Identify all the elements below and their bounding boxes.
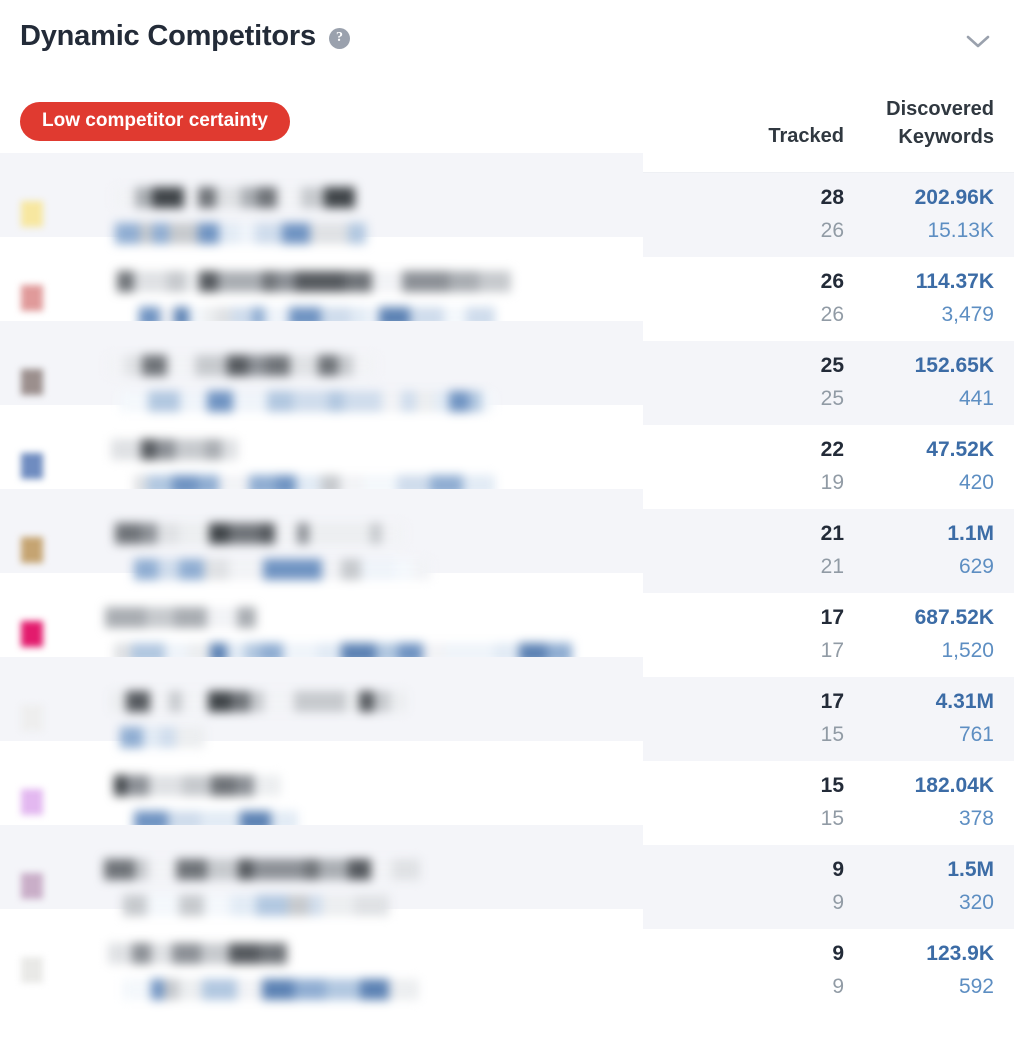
competitor-name-redacted [100,935,630,1011]
tracked-primary-value: 17 [820,606,844,630]
column-header-discovered-line1: Discovered [886,98,994,120]
metric-column-discovered: 182.04K 378 [844,770,994,835]
panel-header: Dynamic Competitors ? [0,0,1014,78]
metric-column-discovered: 1.1M 629 [844,518,994,583]
competitor-color-swatch [21,873,43,899]
metric-column-tracked: 26 26 [724,266,844,331]
tracked-primary-value: 17 [820,690,844,714]
discovered-keywords-primary-value[interactable]: 182.04K [915,770,994,803]
discovered-keywords-secondary-value[interactable]: 1,520 [941,635,994,668]
row-metrics: 17 17 687.52K 1,520 [724,593,994,677]
discovered-keywords-primary-value[interactable]: 123.9K [926,938,994,971]
row-metrics: 26 26 114.37K 3,479 [724,257,994,341]
discovered-keywords-secondary-value[interactable]: 441 [959,383,994,416]
row-metrics: 28 26 202.96K 15.13K [724,173,994,257]
competitor-color-swatch [21,285,43,311]
tracked-secondary-value: 15 [820,723,844,746]
metric-column-tracked: 28 26 [724,182,844,247]
question-mark-icon[interactable]: ? [328,27,350,49]
competitor-color-swatch [21,705,43,731]
row-metrics: 21 21 1.1M 629 [724,509,994,593]
metric-column-discovered: 152.65K 441 [844,350,994,415]
discovered-keywords-secondary-value[interactable]: 592 [959,971,994,1004]
tracked-primary-value: 9 [832,858,844,882]
metric-column-tracked: 22 19 [724,434,844,499]
status-badge[interactable]: Low competitor certainty [20,102,290,141]
column-header-discovered-line2: Keywords [898,125,994,148]
row-metrics: 9 9 1.5M 320 [724,845,994,929]
row-metrics: 25 25 152.65K 441 [724,341,994,425]
metric-column-discovered: 1.5M 320 [844,854,994,919]
row-metrics: 22 19 47.52K 420 [724,425,994,509]
metric-column-discovered: 123.9K 592 [844,938,994,1003]
tracked-primary-value: 25 [820,354,844,378]
metric-column-tracked: 25 25 [724,350,844,415]
tracked-secondary-value: 9 [832,891,844,914]
row-metrics: 17 15 4.31M 761 [724,677,994,761]
tracked-secondary-value: 26 [820,219,844,242]
competitors-table: 28 26 202.96K 15.13K 26 26 114.37K 3,479 25 25 152… [0,153,1014,1013]
metric-column-discovered: 4.31M 761 [844,686,994,751]
discovered-keywords-secondary-value[interactable]: 629 [959,551,994,584]
discovered-keywords-secondary-value[interactable]: 420 [959,467,994,500]
tracked-primary-value: 26 [820,270,844,294]
tracked-secondary-value: 17 [820,639,844,662]
discovered-keywords-primary-value[interactable]: 47.52K [926,434,994,467]
competitor-color-swatch [21,789,43,815]
discovered-keywords-primary-value[interactable]: 4.31M [936,686,994,719]
tracked-primary-value: 28 [820,186,844,210]
competitor-color-swatch [21,537,43,563]
row-metrics: 9 9 123.9K 592 [724,929,994,1013]
discovered-keywords-primary-value[interactable]: 687.52K [915,602,994,635]
chevron-down-icon[interactable] [960,26,996,56]
competitor-color-swatch [21,369,43,395]
tracked-secondary-value: 15 [820,807,844,830]
discovered-keywords-primary-value[interactable]: 152.65K [915,350,994,383]
row-content: 9 9 123.9K 592 [0,929,1014,1013]
metric-column-discovered: 687.52K 1,520 [844,602,994,667]
table-row[interactable]: 9 9 123.9K 592 [0,929,1014,1013]
metric-column-tracked: 21 21 [724,518,844,583]
competitor-color-swatch [21,621,43,647]
discovered-keywords-primary-value[interactable]: 1.1M [947,518,994,551]
discovered-keywords-primary-value[interactable]: 1.5M [947,854,994,887]
page-title: Dynamic Competitors [20,20,316,52]
column-headers: Tracked Discovered Keywords [724,96,994,151]
tracked-secondary-value: 21 [820,555,844,578]
tracked-secondary-value: 9 [832,975,844,998]
row-metrics: 15 15 182.04K 378 [724,761,994,845]
metric-column-discovered: 202.96K 15.13K [844,182,994,247]
competitor-color-swatch [21,453,43,479]
competitor-color-swatch [21,201,43,227]
tracked-primary-value: 9 [832,942,844,966]
tracked-secondary-value: 26 [820,303,844,326]
discovered-keywords-primary-value[interactable]: 114.37K [916,266,994,299]
discovered-keywords-primary-value[interactable]: 202.96K [915,182,994,215]
competitor-color-swatch [21,957,43,983]
discovered-keywords-secondary-value[interactable]: 15.13K [927,215,994,248]
column-header-tracked: Tracked [768,124,844,147]
discovered-keywords-secondary-value[interactable]: 761 [959,719,994,752]
metric-column-tracked: 17 17 [724,602,844,667]
column-header-discovered-keywords: Discovered Keywords [844,96,994,151]
tracked-primary-value: 15 [820,774,844,798]
metric-column-tracked: 15 15 [724,770,844,835]
discovered-keywords-secondary-value[interactable]: 320 [959,887,994,920]
tracked-primary-value: 21 [820,522,844,546]
metric-column-tracked: 99 [724,938,844,1003]
metric-column-tracked: 99 [724,854,844,919]
metric-column-discovered: 114.37K 3,479 [844,266,994,331]
tracked-secondary-value: 19 [820,471,844,494]
panel-title-row: Dynamic Competitors ? [20,0,994,51]
tracked-secondary-value: 25 [820,387,844,410]
metric-column-tracked: 17 15 [724,686,844,751]
metric-column-discovered: 47.52K 420 [844,434,994,499]
tracked-primary-value: 22 [820,438,844,462]
discovered-keywords-secondary-value[interactable]: 378 [959,803,994,836]
discovered-keywords-secondary-value[interactable]: 3,479 [941,299,994,332]
